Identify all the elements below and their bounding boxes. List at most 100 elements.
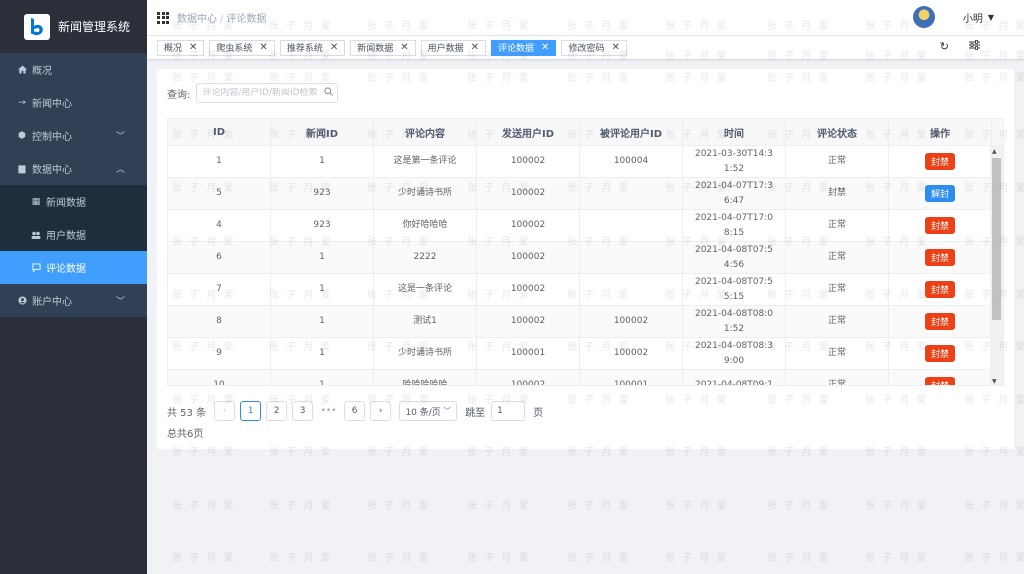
scroll-up-icon[interactable]: ▲ <box>992 148 997 155</box>
refresh-icon[interactable]: ↻ <box>940 40 949 53</box>
sidebar-item-user-data[interactable]: 用户数据 <box>0 218 147 251</box>
grid-menu-icon[interactable] <box>157 11 169 24</box>
table-cell-time: 2021-04-08T07:54:56 <box>683 242 786 273</box>
sidebar-empty-area <box>0 317 147 574</box>
logo-bar: 新闻管理系统 <box>0 0 147 53</box>
table-cell-action: 封禁 <box>889 370 992 385</box>
sidebar-menu: 概况 → 新闻中心 ⬢ 控制中心 ﹀ ▆ 数据中心 ︿ ▦ 新闻数据 用户数据 … <box>0 53 147 317</box>
table-cell-news-id: 1 <box>271 242 374 273</box>
table-cell-content: 哈哈哈哈哈 <box>374 370 477 385</box>
scroll-down-icon[interactable]: ▼ <box>992 378 997 385</box>
search-box[interactable] <box>196 83 339 103</box>
total-count: 共 53 条 <box>167 407 207 419</box>
main-area: 数据中心 / 评论数据 小明 ▼ 概况 ✕ 爬虫系统 ✕ 推荐系统 ✕ 新闻数据 ✕ 用户数… <box>147 0 1024 574</box>
table-cell-news-id: 1 <box>271 338 374 369</box>
user-menu[interactable]: 小明 ▼ <box>912 6 994 28</box>
sidebar-item-overview[interactable]: 概况 <box>0 53 147 86</box>
app-title: 新闻管理系统 <box>58 20 131 34</box>
table-scrollbar[interactable]: ▲ ▼ <box>990 146 1003 385</box>
tag-crawler[interactable]: 爬虫系统 ✕ <box>209 39 275 56</box>
ban-button[interactable]: 封禁 <box>924 281 955 298</box>
total-pages: 总共6页 <box>167 429 204 440</box>
close-icon[interactable]: ✕ <box>259 42 267 53</box>
page-size-value: 10 条/页 <box>405 407 441 418</box>
page-ellipsis[interactable]: ••• <box>318 406 339 416</box>
ban-button[interactable]: 封禁 <box>924 377 955 385</box>
table-cell-content: 这是一条评论 <box>374 274 477 305</box>
close-icon[interactable]: ✕ <box>611 42 619 53</box>
page-size-select[interactable]: 10 条/页 ﹀ <box>399 401 458 421</box>
account-icon <box>16 296 28 305</box>
table-cell-status: 正常 <box>786 370 889 385</box>
table-row: 9 1 少时诵诗书所 100001 100002 2021-04-08T08:39:00 正… <box>168 338 992 370</box>
search-icon[interactable] <box>324 87 334 99</box>
jump-page-input[interactable] <box>491 401 526 421</box>
search-input[interactable] <box>202 88 321 98</box>
column-header: 操作 <box>889 119 992 145</box>
caret-down-icon[interactable]: ▼ <box>988 13 994 22</box>
ban-button[interactable]: 封禁 <box>924 345 955 362</box>
table-cell-id: 4 <box>168 210 271 241</box>
table-row: 7 1 这是一条评论 100002 2021-04-08T07:55:15 正常 封禁 <box>168 274 992 306</box>
close-icon[interactable]: ✕ <box>471 42 479 53</box>
prev-page-button[interactable]: ‹ <box>214 401 236 421</box>
pagination: 共 53 条 ‹ 1 2 3 ••• 6 › 10 条/页﹀ 跳至 页 <box>167 401 543 421</box>
watermark-text: 张 子 月 爱 <box>865 501 929 512</box>
avatar[interactable] <box>912 6 935 28</box>
ban-button[interactable]: 封禁 <box>924 217 955 234</box>
table-cell-time: 2021-04-07T17:36:47 <box>683 178 786 209</box>
page-button-1[interactable]: 1 <box>240 401 262 421</box>
next-page-button[interactable]: › <box>370 401 392 421</box>
watermark-text: 张 子 月 爱 <box>665 553 729 564</box>
ban-button[interactable]: 封禁 <box>924 249 955 266</box>
watermark-text: 张 子 月 爱 <box>665 501 729 512</box>
cube-icon: ⬢ <box>18 130 26 141</box>
sidebar-item-comment-data[interactable]: 评论数据 <box>0 251 147 284</box>
sidebar-item-news-center[interactable]: → 新闻中心 <box>0 86 147 119</box>
close-icon[interactable]: ✕ <box>189 42 197 53</box>
page-button-2[interactable]: 2 <box>266 401 288 421</box>
table-cell-sender: 100002 <box>477 210 580 241</box>
ban-button[interactable]: 封禁 <box>924 313 955 330</box>
tags-view: 概况 ✕ 爬虫系统 ✕ 推荐系统 ✕ 新闻数据 ✕ 用户数据 ✕ 评论数据 ✕ 修改密码 ✕ … <box>147 36 1024 60</box>
tag-change-password[interactable]: 修改密码 ✕ <box>561 39 627 56</box>
settings-sliders-icon[interactable] <box>969 40 980 53</box>
tag-news-data[interactable]: 新闻数据 ✕ <box>350 39 416 56</box>
sidebar-item-label: 评论数据 <box>46 264 86 275</box>
page-button-3[interactable]: 3 <box>292 401 314 421</box>
table-cell-content: 少时诵诗书所 <box>374 338 477 369</box>
table-cell-news-id: 923 <box>271 178 374 209</box>
tag-overview[interactable]: 概况 ✕ <box>157 39 205 56</box>
home-icon <box>16 65 28 74</box>
breadcrumb-item[interactable]: 数据中心 <box>177 14 217 25</box>
sidebar-item-news-data[interactable]: ▦ 新闻数据 <box>0 185 147 218</box>
sidebar-item-account-center[interactable]: 账户中心 ﹀ <box>0 284 147 317</box>
tag-label: 修改密码 <box>568 44 605 54</box>
tag-comment-data[interactable]: 评论数据 ✕ <box>491 39 557 56</box>
navbar: 数据中心 / 评论数据 小明 ▼ <box>147 0 1024 36</box>
watermark-text: 张 子 月 爱 <box>567 501 631 512</box>
table-cell-action: 封禁 <box>889 210 992 241</box>
table-row: 10 1 哈哈哈哈哈 100002 100001 2021-04-08T09:1 正常 封禁 <box>168 370 992 385</box>
close-icon[interactable]: ✕ <box>541 42 549 53</box>
table-cell-id: 1 <box>168 146 271 177</box>
tag-user-data[interactable]: 用户数据 ✕ <box>420 39 487 56</box>
ban-button[interactable]: 封禁 <box>924 153 955 170</box>
scrollbar-thumb[interactable] <box>992 158 1001 320</box>
tag-recommend[interactable]: 推荐系统 ✕ <box>279 39 346 56</box>
close-icon[interactable]: ✕ <box>330 42 338 53</box>
users-icon <box>30 231 42 239</box>
table-cell-time: 2021-03-30T14:31:52 <box>683 146 786 177</box>
unban-button[interactable]: 解封 <box>924 185 955 202</box>
user-name[interactable]: 小明 <box>963 10 983 25</box>
sidebar-item-control-center[interactable]: ⬢ 控制中心 ﹀ <box>0 119 147 152</box>
close-icon[interactable]: ✕ <box>400 42 408 53</box>
table-cell-target: 100001 <box>580 370 683 385</box>
watermark-text: 张 子 月 爱 <box>172 553 236 564</box>
table-row: 6 1 2222 100002 2021-04-08T07:54:56 正常 封禁 <box>168 242 992 274</box>
sidebar-item-data-center[interactable]: ▆ 数据中心 ︿ <box>0 152 147 185</box>
page-button-6[interactable]: 6 <box>344 401 366 421</box>
table-cell-action: 封禁 <box>889 338 992 369</box>
table-cell-id: 10 <box>168 370 271 385</box>
table-cell-sender: 100002 <box>477 178 580 209</box>
